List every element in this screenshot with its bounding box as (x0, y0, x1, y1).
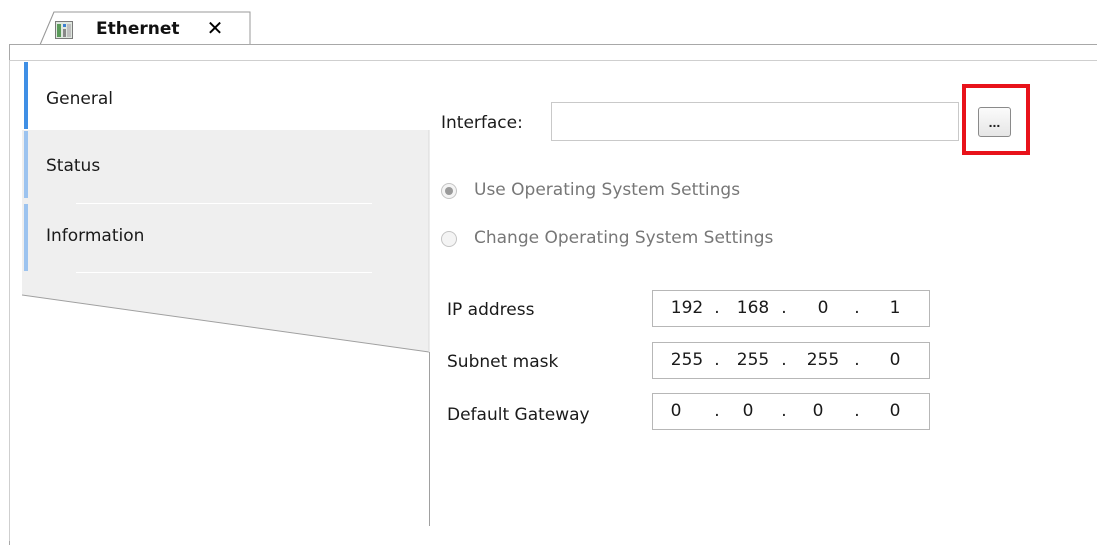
nav-item-indicator (24, 204, 28, 271)
ip-octet: 0 (742, 401, 754, 421)
ip-dot: . (714, 401, 720, 421)
editor-tab-strip: Ethernet ✕ (0, 0, 1097, 46)
ip-octet: 0 (889, 401, 901, 421)
radio-label: Change Operating System Settings (474, 228, 774, 248)
device-icon (55, 21, 73, 39)
nav-item-information[interactable]: Information (24, 204, 429, 271)
nav-item-indicator (24, 131, 28, 198)
ip-octet: 168 (736, 298, 770, 318)
nav-item-label: Information (46, 226, 145, 246)
radio-unchecked-icon (441, 231, 457, 247)
nav-item-general[interactable]: General (24, 62, 429, 129)
ip-octet: 255 (806, 350, 840, 370)
highlight-box (962, 84, 1030, 155)
radio-checked-icon (441, 183, 457, 199)
ip-octet: 0 (817, 298, 829, 318)
ip-dot: . (854, 401, 860, 421)
interface-input[interactable] (551, 102, 959, 141)
ip-dot: . (714, 350, 720, 370)
ip-octet: 0 (670, 401, 682, 421)
ip-dot: . (781, 350, 787, 370)
ip-dot: . (781, 401, 787, 421)
ip-octet: 255 (670, 350, 704, 370)
interface-label: Interface: (441, 113, 523, 133)
ip-octet: 0 (812, 401, 824, 421)
default-gateway-label: Default Gateway (447, 405, 590, 425)
nav-separator (76, 272, 372, 273)
ip-dot: . (854, 298, 860, 318)
ip-address-label: IP address (447, 300, 535, 320)
ip-octet: 0 (889, 350, 901, 370)
ip-dot: . (714, 298, 720, 318)
ip-address-field[interactable]: 192 . 168 . 0 . 1 (652, 290, 930, 327)
nav-item-label: Status (46, 156, 101, 176)
ip-octet: 1 (889, 298, 901, 318)
nav-item-status[interactable]: Status (24, 131, 429, 198)
tab-title: Ethernet (96, 19, 180, 39)
panel-divider (429, 352, 430, 526)
nav-item-indicator (24, 62, 28, 129)
subnet-mask-label: Subnet mask (447, 352, 559, 372)
ip-dot: . (781, 298, 787, 318)
default-gateway-field[interactable]: 0 . 0 . 0 . 0 (652, 393, 930, 430)
ip-dot: . (854, 350, 860, 370)
ip-octet: 255 (736, 350, 770, 370)
nav-item-label: General (46, 89, 113, 109)
close-icon[interactable]: ✕ (205, 18, 225, 38)
ip-octet: 192 (670, 298, 704, 318)
radio-label: Use Operating System Settings (474, 180, 741, 200)
subnet-mask-field[interactable]: 255 . 255 . 255 . 0 (652, 342, 930, 379)
